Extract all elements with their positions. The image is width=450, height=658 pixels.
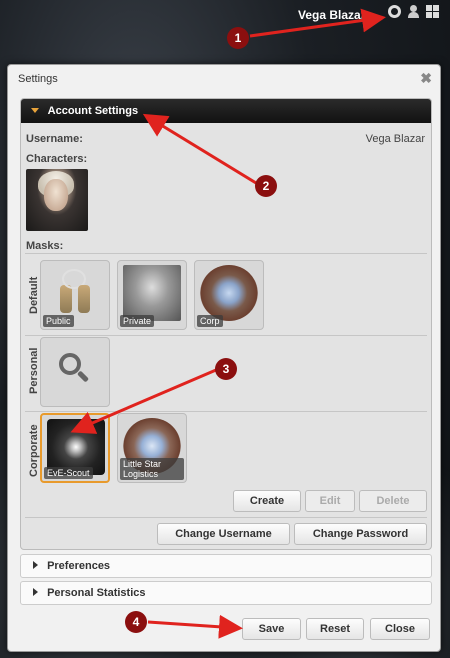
annotation-marker-3: 3 — [215, 358, 237, 380]
annotation-marker-4: 4 — [125, 611, 147, 633]
annotation-arrows — [70, 8, 386, 639]
annotation-marker-1: 1 — [227, 27, 249, 49]
annotation-marker-2: 2 — [255, 175, 277, 197]
